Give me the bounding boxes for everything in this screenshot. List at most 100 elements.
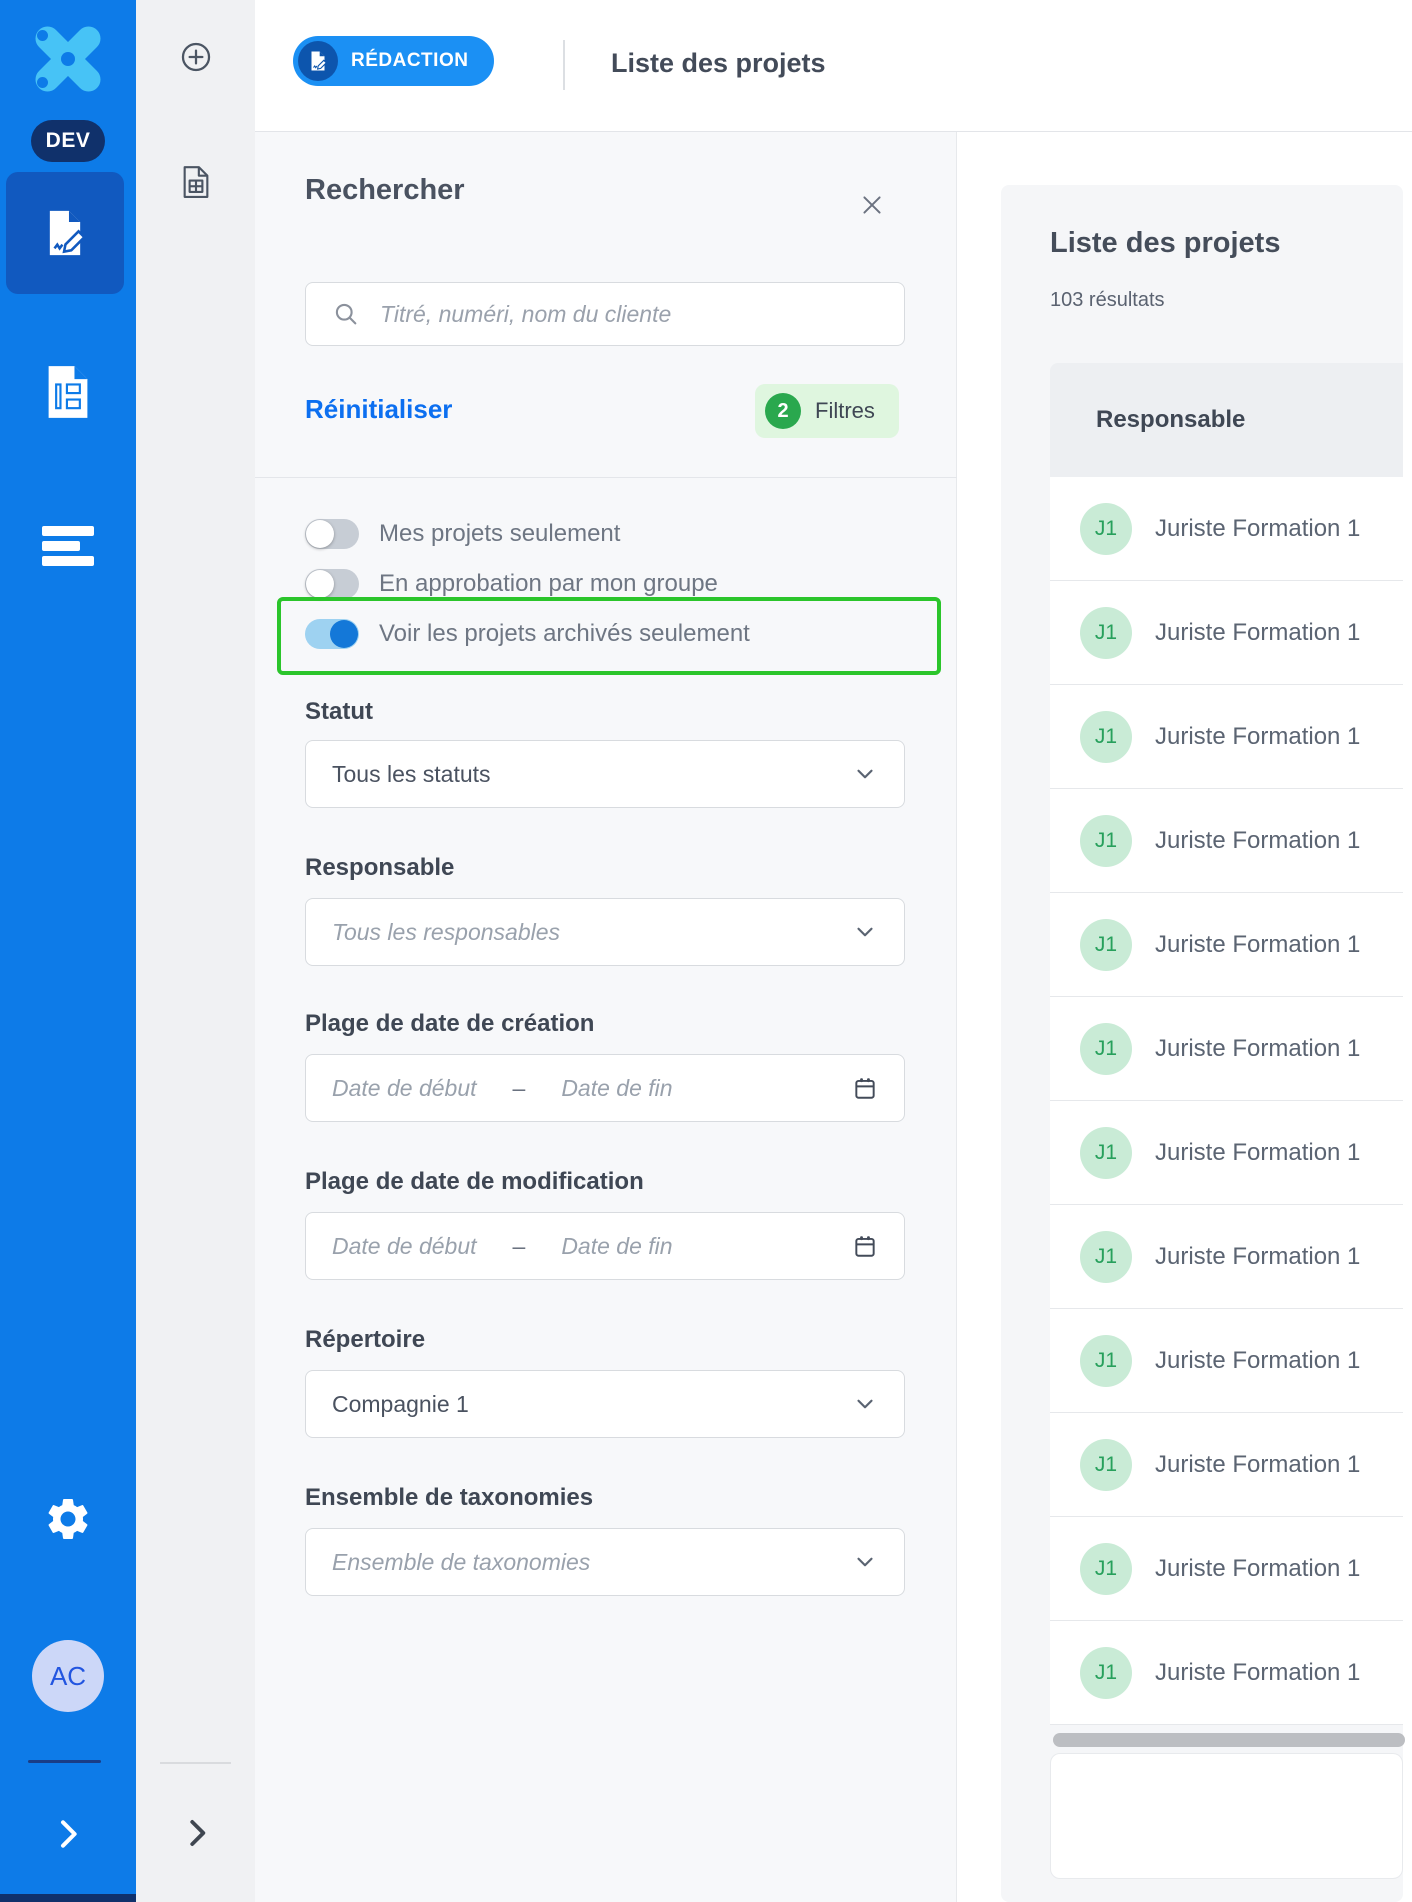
row-avatar: J1 <box>1080 1023 1132 1075</box>
row-avatar: J1 <box>1080 1647 1132 1699</box>
responsable-select[interactable]: Tous les responsables <box>305 898 905 966</box>
active-filters-badge[interactable]: 2 Filtres <box>755 384 899 438</box>
new-item-button[interactable] <box>136 40 255 74</box>
rail-expand-button[interactable] <box>178 1812 216 1854</box>
row-avatar: J1 <box>1080 1543 1132 1595</box>
row-responsable-name: Juriste Formation 1 <box>1155 515 1360 543</box>
taxonomies-label: Ensemble de taxonomies <box>305 1484 593 1512</box>
toggle-switch[interactable] <box>305 619 359 649</box>
sidebar-item-list[interactable] <box>0 526 136 566</box>
date-range-separator: – <box>513 1075 526 1102</box>
table-row[interactable]: J1 Juriste Formation 1 <box>1050 1101 1403 1205</box>
sidebar-item-redaction-active[interactable] <box>6 172 124 294</box>
row-responsable-name: Juriste Formation 1 <box>1155 1035 1360 1063</box>
sidebar-divider <box>28 1760 101 1763</box>
toggle-row: En approbation par mon groupe <box>305 559 925 609</box>
row-avatar: J1 <box>1080 1231 1132 1283</box>
table-row[interactable]: J1 Juriste Formation 1 <box>1050 1517 1403 1621</box>
statut-label: Statut <box>305 698 373 726</box>
repertoire-label: Répertoire <box>305 1326 425 1354</box>
list-lines-icon <box>42 526 94 566</box>
table-row[interactable]: J1 Juriste Formation 1 <box>1050 1621 1403 1725</box>
table-row[interactable]: J1 Juriste Formation 1 <box>1050 1309 1403 1413</box>
row-avatar: J1 <box>1080 1127 1132 1179</box>
module-badge-redaction[interactable]: RÉDACTION <box>293 36 494 86</box>
responsable-placeholder: Tous les responsables <box>332 919 560 946</box>
table-row[interactable]: J1 Juriste Formation 1 <box>1050 997 1403 1101</box>
chevron-down-icon <box>852 761 878 787</box>
date-range-separator: – <box>513 1233 526 1260</box>
row-avatar: J1 <box>1080 711 1132 763</box>
close-icon <box>859 192 885 218</box>
statut-select[interactable]: Tous les statuts <box>305 740 905 808</box>
table-row[interactable]: J1 Juriste Formation 1 <box>1050 1205 1403 1309</box>
statut-value: Tous les statuts <box>332 761 491 788</box>
document-pencil-icon <box>37 205 93 261</box>
app-logo-x-icon[interactable] <box>31 22 105 96</box>
chevron-down-icon <box>852 1391 878 1417</box>
table-header-row: Responsable <box>1050 363 1403 477</box>
environment-badge: DEV <box>31 120 105 162</box>
document-table-icon <box>180 165 212 199</box>
row-responsable-name: Juriste Formation 1 <box>1155 931 1360 959</box>
gear-icon <box>43 1494 93 1544</box>
sidebar-bottom-strip <box>0 1894 136 1902</box>
row-responsable-name: Juriste Formation 1 <box>1155 1243 1360 1271</box>
reset-filters-link[interactable]: Réinitialiser <box>305 394 452 425</box>
panel-divider <box>255 477 957 478</box>
creation-date-range-label: Plage de date de création <box>305 1010 594 1038</box>
search-field <box>305 282 905 346</box>
document-pencil-icon <box>306 49 330 73</box>
toggle-switch[interactable] <box>305 519 359 549</box>
panel-title: Rechercher <box>305 174 465 207</box>
projects-table: Responsable J1 Juriste Formation 1 J1 Ju… <box>1050 363 1403 1725</box>
calendar-icon[interactable] <box>852 1075 878 1101</box>
filters-label: Filtres <box>815 398 875 424</box>
modification-date-range-field[interactable]: Date de début – Date de fin <box>305 1212 905 1280</box>
chevron-down-icon <box>852 1549 878 1575</box>
calendar-icon[interactable] <box>852 1233 878 1259</box>
chevron-down-icon <box>852 919 878 945</box>
sidebar-item-documents[interactable] <box>0 364 136 420</box>
column-header-responsable: Responsable <box>1096 406 1245 434</box>
page-title: Liste des projets <box>611 48 826 79</box>
row-avatar: J1 <box>1080 919 1132 971</box>
table-row[interactable]: J1 Juriste Formation 1 <box>1050 893 1403 997</box>
repertoire-select[interactable]: Compagnie 1 <box>305 1370 905 1438</box>
taxonomies-placeholder: Ensemble de taxonomies <box>332 1549 590 1576</box>
date-start-placeholder: Date de début <box>332 1233 477 1260</box>
taxonomies-select[interactable]: Ensemble de taxonomies <box>305 1528 905 1596</box>
date-end-placeholder: Date de fin <box>561 1075 672 1102</box>
horizontal-scrollbar[interactable] <box>1053 1733 1405 1747</box>
search-icon <box>306 300 360 328</box>
user-avatar[interactable]: AC <box>32 1640 104 1712</box>
toggle-label: En approbation par mon groupe <box>379 570 718 598</box>
toggle-switch[interactable] <box>305 569 359 599</box>
row-responsable-name: Juriste Formation 1 <box>1155 1139 1360 1167</box>
row-responsable-name: Juriste Formation 1 <box>1155 827 1360 855</box>
sidebar-expand-button[interactable] <box>48 1812 88 1856</box>
row-avatar: J1 <box>1080 815 1132 867</box>
results-title: Liste des projets <box>1050 227 1280 260</box>
chevron-right-icon <box>178 1812 216 1854</box>
table-row[interactable]: J1 Juriste Formation 1 <box>1050 1413 1403 1517</box>
document-lines-icon <box>43 364 93 420</box>
secondary-rail <box>136 0 255 1902</box>
row-responsable-name: Juriste Formation 1 <box>1155 619 1360 647</box>
table-row[interactable]: J1 Juriste Formation 1 <box>1050 685 1403 789</box>
table-body: J1 Juriste Formation 1 J1 Juriste Format… <box>1050 477 1403 1725</box>
table-row[interactable]: J1 Juriste Formation 1 <box>1050 789 1403 893</box>
close-panel-button[interactable] <box>855 188 889 222</box>
toggle-row: Mes projets seulement <box>305 509 925 559</box>
table-row[interactable]: J1 Juriste Formation 1 <box>1050 477 1403 581</box>
sidebar-item-settings[interactable] <box>0 1494 136 1544</box>
primary-sidebar: DEV <box>0 0 136 1902</box>
rail-item-project-table[interactable] <box>136 165 255 199</box>
search-input[interactable] <box>360 283 904 345</box>
header-divider <box>563 40 565 90</box>
table-row[interactable]: J1 Juriste Formation 1 <box>1050 581 1403 685</box>
row-responsable-name: Juriste Formation 1 <box>1155 1347 1360 1375</box>
modification-date-range-label: Plage de date de modification <box>305 1168 644 1196</box>
creation-date-range-field[interactable]: Date de début – Date de fin <box>305 1054 905 1122</box>
toggle-label: Voir les projets archivés seulement <box>379 620 750 648</box>
